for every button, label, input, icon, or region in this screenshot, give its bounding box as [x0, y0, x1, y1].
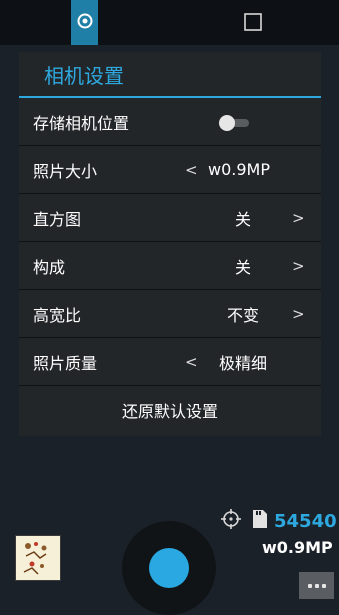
menu-dot — [314, 583, 319, 588]
setting-row-photo-quality[interactable]: 照片质量 < 极精细 — [19, 338, 321, 386]
square-icon[interactable] — [244, 13, 262, 31]
setting-label: 照片大小 — [33, 161, 98, 181]
setting-label: 存储相机位置 — [33, 113, 130, 133]
setting-row-photo-size[interactable]: 照片大小 < w0.9MP — [19, 146, 321, 194]
camera-mode-icon — [77, 13, 93, 33]
menu-dot — [307, 583, 312, 588]
setting-label: 高宽比 — [33, 305, 82, 325]
reset-defaults-button[interactable]: 还原默认设置 — [19, 386, 321, 433]
setting-value: 关 — [234, 209, 251, 229]
menu-dot — [321, 583, 326, 588]
more-options-button[interactable] — [299, 572, 334, 599]
photo-size-indicator: w0.9MP — [262, 538, 333, 557]
setting-value: 极精细 — [218, 353, 267, 373]
setting-label: 照片质量 — [33, 353, 98, 373]
location-target-icon — [220, 508, 242, 534]
save-location-toggle[interactable] — [219, 115, 251, 131]
toggle-knob — [219, 115, 235, 131]
shutter-inner — [149, 548, 189, 588]
setting-row-aspect-ratio[interactable]: 高宽比 不变 > — [19, 290, 321, 338]
last-photo-thumbnail[interactable] — [15, 535, 61, 581]
sd-card-icon — [252, 509, 268, 533]
setting-value: 关 — [234, 257, 251, 277]
setting-label: 直方图 — [33, 209, 82, 229]
setting-label: 构成 — [33, 257, 66, 277]
status-line: 54540 — [220, 509, 337, 533]
panel-title: 相机设置 — [44, 63, 124, 88]
remaining-photos-count: 54540 — [274, 510, 337, 532]
panel-header: 相机设置 — [19, 52, 321, 98]
setting-row-composition[interactable]: 构成 关 > — [19, 242, 321, 290]
setting-value: w0.9MP — [208, 160, 270, 179]
chevron-right-icon[interactable]: > — [292, 305, 305, 323]
chevron-right-icon[interactable]: > — [292, 257, 305, 275]
camera-mode-tab[interactable] — [71, 0, 98, 45]
setting-row-histogram[interactable]: 直方图 关 > — [19, 194, 321, 242]
setting-value: 不变 — [226, 305, 259, 325]
top-bar — [0, 0, 339, 45]
setting-row-save-location[interactable]: 存储相机位置 — [19, 98, 321, 146]
chevron-right-icon[interactable]: > — [292, 209, 305, 227]
reset-defaults-label: 还原默认设置 — [121, 401, 218, 421]
shutter-button[interactable] — [122, 521, 216, 615]
camera-settings-panel: 相机设置 存储相机位置 照片大小 < w0.9MP 直方图 关 > 构成 关 >… — [19, 52, 321, 436]
